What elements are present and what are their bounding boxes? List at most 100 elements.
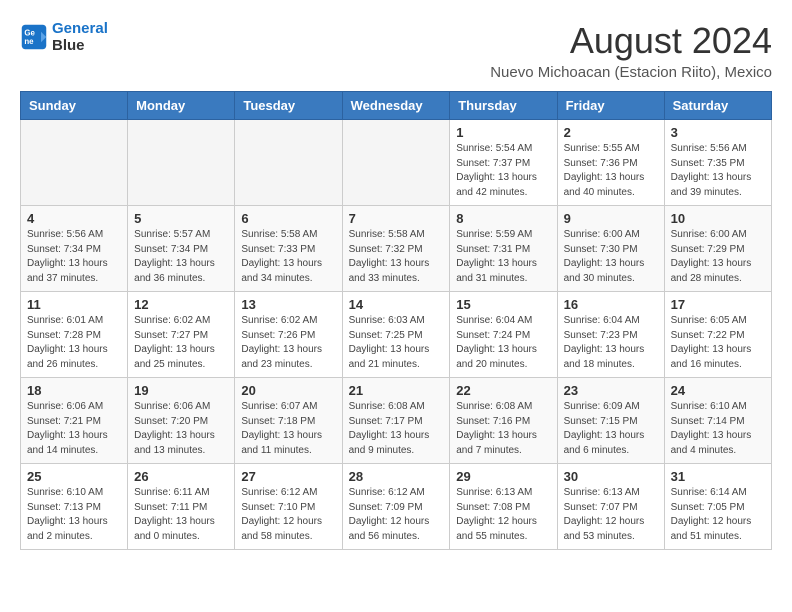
day-detail: Sunrise: 6:13 AM Sunset: 7:07 PM Dayligh… (564, 486, 658, 544)
day-detail: Sunrise: 5:55 AM Sunset: 7:36 PM Dayligh… (564, 142, 658, 200)
day-number: 12 (134, 297, 228, 312)
day-detail: Sunrise: 6:04 AM Sunset: 7:24 PM Dayligh… (456, 314, 550, 372)
calendar-cell: 1 Sunrise: 5:54 AM Sunset: 7:37 PM Daylig… (450, 120, 557, 206)
calendar-cell (235, 120, 342, 206)
calendar-cell: 11 Sunrise: 6:01 AM Sunset: 7:28 PM Dayli… (21, 292, 128, 378)
day-detail: Sunrise: 6:12 AM Sunset: 7:09 PM Dayligh… (349, 486, 444, 544)
day-number: 24 (671, 383, 765, 398)
day-number: 4 (27, 211, 121, 226)
day-number: 15 (456, 297, 550, 312)
day-number: 19 (134, 383, 228, 398)
day-number: 28 (349, 469, 444, 484)
calendar-week-row: 4 Sunrise: 5:56 AM Sunset: 7:34 PM Daylig… (21, 206, 772, 292)
day-detail: Sunrise: 6:08 AM Sunset: 7:17 PM Dayligh… (349, 400, 444, 458)
day-detail: Sunrise: 6:07 AM Sunset: 7:18 PM Dayligh… (241, 400, 335, 458)
day-number: 11 (27, 297, 121, 312)
calendar-week-row: 1 Sunrise: 5:54 AM Sunset: 7:37 PM Daylig… (21, 120, 772, 206)
weekday-header-monday: Monday (128, 92, 235, 120)
calendar-cell: 29 Sunrise: 6:13 AM Sunset: 7:08 PM Dayli… (450, 464, 557, 550)
calendar-cell: 18 Sunrise: 6:06 AM Sunset: 7:21 PM Dayli… (21, 378, 128, 464)
day-number: 22 (456, 383, 550, 398)
day-number: 8 (456, 211, 550, 226)
day-number: 2 (564, 125, 658, 140)
weekday-header-thursday: Thursday (450, 92, 557, 120)
day-detail: Sunrise: 6:04 AM Sunset: 7:23 PM Dayligh… (564, 314, 658, 372)
calendar-table: SundayMondayTuesdayWednesdayThursdayFrid… (20, 91, 772, 550)
svg-text:ne: ne (24, 37, 34, 46)
day-detail: Sunrise: 6:05 AM Sunset: 7:22 PM Dayligh… (671, 314, 765, 372)
calendar-cell: 24Sunrise: 6:10 AM Sunset: 7:14 PM Dayli… (664, 378, 771, 464)
day-number: 6 (241, 211, 335, 226)
day-number: 16 (564, 297, 658, 312)
day-detail: Sunrise: 6:00 AM Sunset: 7:30 PM Dayligh… (564, 228, 658, 286)
day-detail: Sunrise: 6:06 AM Sunset: 7:21 PM Dayligh… (27, 400, 121, 458)
day-number: 10 (671, 211, 765, 226)
calendar-cell: 22Sunrise: 6:08 AM Sunset: 7:16 PM Dayli… (450, 378, 557, 464)
calendar-cell (21, 120, 128, 206)
day-number: 23 (564, 383, 658, 398)
calendar-cell: 10 Sunrise: 6:00 AM Sunset: 7:29 PM Dayli… (664, 206, 771, 292)
calendar-week-row: 18 Sunrise: 6:06 AM Sunset: 7:21 PM Dayli… (21, 378, 772, 464)
calendar-cell: 25Sunrise: 6:10 AM Sunset: 7:13 PM Dayli… (21, 464, 128, 550)
day-number: 1 (456, 125, 550, 140)
calendar-cell: 20 Sunrise: 6:07 AM Sunset: 7:18 PM Dayli… (235, 378, 342, 464)
calendar-cell: 21 Sunrise: 6:08 AM Sunset: 7:17 PM Dayli… (342, 378, 450, 464)
day-number: 18 (27, 383, 121, 398)
day-number: 21 (349, 383, 444, 398)
page-header: Ge ne General Blue August 2024 Nuevo Mic… (20, 20, 772, 81)
weekday-header-saturday: Saturday (664, 92, 771, 120)
calendar-header-row: SundayMondayTuesdayWednesdayThursdayFrid… (21, 92, 772, 120)
calendar-cell: 17Sunrise: 6:05 AM Sunset: 7:22 PM Dayli… (664, 292, 771, 378)
day-detail: Sunrise: 6:02 AM Sunset: 7:26 PM Dayligh… (241, 314, 335, 372)
day-detail: Sunrise: 5:57 AM Sunset: 7:34 PM Dayligh… (134, 228, 228, 286)
day-detail: Sunrise: 6:03 AM Sunset: 7:25 PM Dayligh… (349, 314, 444, 372)
day-number: 25 (27, 469, 121, 484)
day-number: 26 (134, 469, 228, 484)
calendar-cell: 6Sunrise: 5:58 AM Sunset: 7:33 PM Daylig… (235, 206, 342, 292)
calendar-cell: 28 Sunrise: 6:12 AM Sunset: 7:09 PM Dayli… (342, 464, 450, 550)
weekday-header-wednesday: Wednesday (342, 92, 450, 120)
calendar-week-row: 25Sunrise: 6:10 AM Sunset: 7:13 PM Dayli… (21, 464, 772, 550)
calendar-cell: 27Sunrise: 6:12 AM Sunset: 7:10 PM Dayli… (235, 464, 342, 550)
day-detail: Sunrise: 5:56 AM Sunset: 7:35 PM Dayligh… (671, 142, 765, 200)
svg-text:Ge: Ge (24, 28, 35, 37)
day-number: 3 (671, 125, 765, 140)
calendar-cell: 2 Sunrise: 5:55 AM Sunset: 7:36 PM Daylig… (557, 120, 664, 206)
day-detail: Sunrise: 5:54 AM Sunset: 7:37 PM Dayligh… (456, 142, 550, 200)
weekday-header-sunday: Sunday (21, 92, 128, 120)
day-detail: Sunrise: 6:06 AM Sunset: 7:20 PM Dayligh… (134, 400, 228, 458)
calendar-cell: 13 Sunrise: 6:02 AM Sunset: 7:26 PM Dayli… (235, 292, 342, 378)
day-detail: Sunrise: 6:14 AM Sunset: 7:05 PM Dayligh… (671, 486, 765, 544)
title-block: August 2024 Nuevo Michoacan (Estacion Ri… (490, 20, 772, 81)
calendar-cell: 8 Sunrise: 5:59 AM Sunset: 7:31 PM Daylig… (450, 206, 557, 292)
weekday-header-tuesday: Tuesday (235, 92, 342, 120)
calendar-cell: 9 Sunrise: 6:00 AM Sunset: 7:30 PM Daylig… (557, 206, 664, 292)
day-detail: Sunrise: 6:12 AM Sunset: 7:10 PM Dayligh… (241, 486, 335, 544)
day-number: 9 (564, 211, 658, 226)
calendar-cell: 5Sunrise: 5:57 AM Sunset: 7:34 PM Daylig… (128, 206, 235, 292)
day-detail: Sunrise: 5:59 AM Sunset: 7:31 PM Dayligh… (456, 228, 550, 286)
day-number: 7 (349, 211, 444, 226)
calendar-cell: 19 Sunrise: 6:06 AM Sunset: 7:20 PM Dayli… (128, 378, 235, 464)
day-detail: Sunrise: 6:13 AM Sunset: 7:08 PM Dayligh… (456, 486, 550, 544)
calendar-cell (342, 120, 450, 206)
day-detail: Sunrise: 5:58 AM Sunset: 7:32 PM Dayligh… (349, 228, 444, 286)
day-number: 29 (456, 469, 550, 484)
calendar-cell: 12 Sunrise: 6:02 AM Sunset: 7:27 PM Dayli… (128, 292, 235, 378)
day-number: 13 (241, 297, 335, 312)
day-detail: Sunrise: 6:09 AM Sunset: 7:15 PM Dayligh… (564, 400, 658, 458)
day-number: 30 (564, 469, 658, 484)
day-detail: Sunrise: 6:01 AM Sunset: 7:28 PM Dayligh… (27, 314, 121, 372)
logo-icon: Ge ne (20, 23, 48, 51)
logo: Ge ne General Blue (20, 20, 108, 54)
calendar-cell: 15 Sunrise: 6:04 AM Sunset: 7:24 PM Dayli… (450, 292, 557, 378)
day-detail: Sunrise: 6:00 AM Sunset: 7:29 PM Dayligh… (671, 228, 765, 286)
calendar-cell (128, 120, 235, 206)
day-number: 14 (349, 297, 444, 312)
day-detail: Sunrise: 6:02 AM Sunset: 7:27 PM Dayligh… (134, 314, 228, 372)
day-number: 31 (671, 469, 765, 484)
day-detail: Sunrise: 5:56 AM Sunset: 7:34 PM Dayligh… (27, 228, 121, 286)
calendar-cell: 23 Sunrise: 6:09 AM Sunset: 7:15 PM Dayli… (557, 378, 664, 464)
day-number: 20 (241, 383, 335, 398)
logo-text: General Blue (52, 20, 108, 54)
